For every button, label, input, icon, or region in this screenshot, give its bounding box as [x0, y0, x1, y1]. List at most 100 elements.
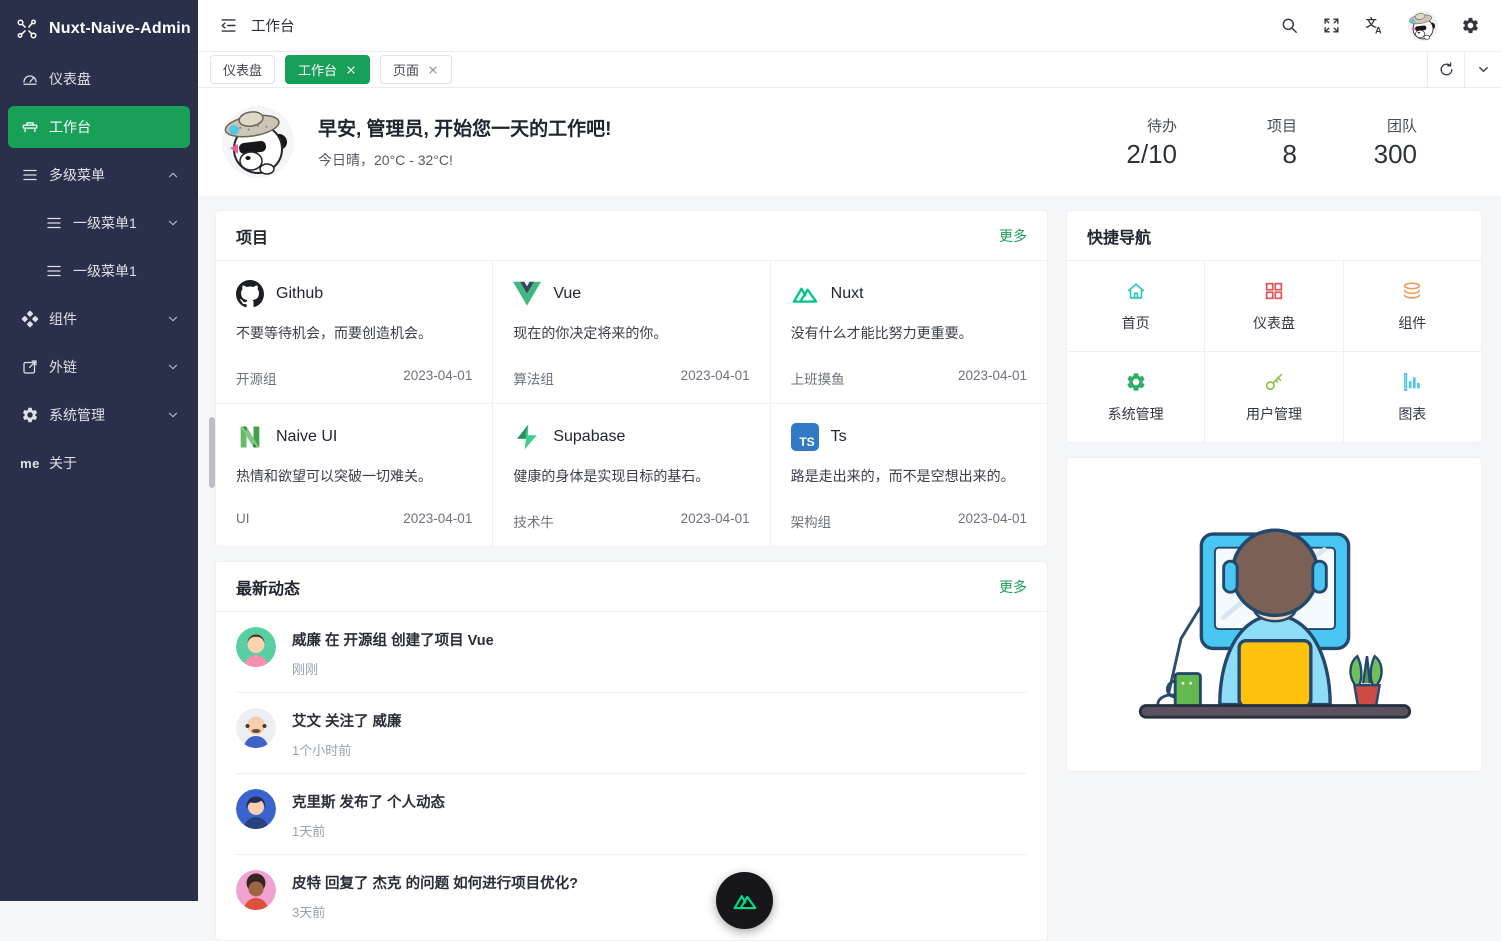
avatar	[236, 870, 276, 910]
project-group: 算法组	[513, 368, 554, 388]
projects-title: 项目	[236, 224, 268, 248]
project-item-supabase[interactable]: Supabase 健康的身体是实现目标的基石。 技术牛 2023-04-01	[493, 404, 769, 546]
project-item-nuxt[interactable]: Nuxt 没有什么才能比努力更重要。 上班摸鱼 2023-04-01	[771, 261, 1047, 403]
naive-ui-icon	[236, 423, 264, 451]
project-group: 架构组	[791, 511, 832, 531]
sidebar-item-external-link[interactable]: 外链	[8, 346, 190, 388]
chevron-down-icon[interactable]	[1464, 52, 1501, 87]
sidebar-item-dashboard[interactable]: 仪表盘	[8, 58, 190, 100]
projects-more-link[interactable]: 更多	[999, 226, 1027, 246]
activity-item[interactable]: 艾文 关注了 威廉 1个小时前	[236, 693, 1027, 774]
tab-dashboard[interactable]: 仪表盘	[210, 55, 275, 84]
stat-todo: 待办 2/10	[1119, 115, 1177, 170]
sidebar-item-multimenu[interactable]: 多级菜单	[8, 154, 190, 196]
project-group: 开源组	[236, 368, 277, 388]
quick-nav-components[interactable]: 组件	[1344, 261, 1481, 351]
tab-page[interactable]: 页面	[380, 55, 452, 84]
activity-list: 威廉 在 开源组 创建了项目 Vue 刚刚	[216, 612, 1047, 935]
breadcrumb[interactable]: 工作台	[251, 15, 295, 36]
sidebar-item-submenu-1[interactable]: 一级菜单1	[8, 202, 190, 244]
me-icon: me	[20, 453, 40, 473]
scrollbar-thumb[interactable]	[209, 417, 215, 488]
refresh-icon[interactable]	[1427, 52, 1464, 87]
stat-projects: 项目 8	[1239, 115, 1297, 170]
main-area: 工作台 文 A	[198, 0, 1501, 941]
app-logo[interactable]: Nuxt-Naive-Admin	[0, 0, 198, 58]
github-icon	[236, 280, 264, 308]
external-link-icon	[20, 357, 40, 377]
activity-time: 1天前	[292, 821, 445, 840]
sidebar-item-label: 组件	[49, 309, 166, 329]
greeting-title: 早安, 管理员, 开始您一天的工作吧!	[318, 114, 611, 141]
gear-icon	[20, 405, 40, 425]
typescript-icon: TS	[791, 423, 819, 451]
project-group: 上班摸鱼	[791, 368, 845, 388]
project-item-github[interactable]: Github 不要等待机会，而要创造机会。 开源组 2023-04-01	[216, 261, 492, 403]
activity-more-link[interactable]: 更多	[999, 577, 1027, 597]
sidebar-item-workbench[interactable]: 工作台	[8, 106, 190, 148]
activity-item[interactable]: 威廉 在 开源组 创建了项目 Vue 刚刚	[236, 612, 1027, 693]
project-name: Naive UI	[276, 428, 337, 446]
sidebar-item-label: 多级菜单	[49, 165, 166, 185]
supabase-icon	[513, 423, 541, 451]
sidebar-item-system[interactable]: 系统管理	[8, 394, 190, 436]
tab-workbench[interactable]: 工作台	[285, 55, 370, 84]
activity-text: 艾文 关注了 威廉	[292, 710, 402, 731]
sidebar-item-label: 外链	[49, 357, 166, 377]
tab-label: 仪表盘	[223, 60, 262, 79]
quick-nav-system[interactable]: 系统管理	[1067, 352, 1204, 442]
project-item-vue[interactable]: Vue 现在的你决定将来的你。 算法组 2023-04-01	[493, 261, 769, 403]
activity-time: 刚刚	[292, 659, 494, 678]
key-icon	[1263, 371, 1285, 393]
project-item-naive-ui[interactable]: Naive UI 热情和欲望可以突破一切难关。 UI 2023-04-01	[216, 404, 492, 546]
fullscreen-icon[interactable]	[1322, 16, 1341, 35]
quick-nav-dashboard[interactable]: 仪表盘	[1205, 261, 1342, 351]
search-icon[interactable]	[1280, 16, 1299, 35]
activity-text: 威廉 在 开源组 创建了项目 Vue	[292, 629, 494, 650]
project-desc: 健康的身体是实现目标的基石。	[513, 466, 749, 486]
sidebar-item-components[interactable]: 组件	[8, 298, 190, 340]
avatar	[236, 708, 276, 748]
project-item-ts[interactable]: TS Ts 路是走出来的，而不是空想出来的。 架构组 2023-04-01	[771, 404, 1047, 546]
menu-lines-icon	[44, 261, 64, 281]
sidebar-menu: 仪表盘 工作台 多级菜单 一级菜单1	[0, 58, 198, 484]
activity-text: 克里斯 发布了 个人动态	[292, 791, 445, 812]
greeting-subtitle: 今日晴，20°C - 32°C!	[318, 150, 611, 170]
sidebar-item-about[interactable]: me 关于	[8, 442, 190, 484]
sidebar-item-label: 一级菜单1	[73, 261, 180, 281]
app-title: Nuxt-Naive-Admin	[49, 20, 191, 38]
projects-card: 项目 更多 Github 不要等待机会，而要创造机会	[215, 210, 1048, 547]
sidebar-item-submenu-2[interactable]: 一级菜单1	[8, 250, 190, 292]
quick-nav-charts[interactable]: 图表	[1344, 352, 1481, 442]
workbench-icon	[20, 117, 40, 137]
logo-icon	[15, 17, 39, 41]
activity-item[interactable]: 皮特 回复了 杰克 的问题 如何进行项目优化? 3天前	[236, 855, 1027, 935]
menu-fold-icon[interactable]	[219, 16, 238, 35]
project-date: 2023-04-01	[403, 368, 472, 388]
chevron-up-icon	[166, 168, 180, 182]
chevron-down-icon	[166, 216, 180, 230]
activity-text: 皮特 回复了 杰克 的问题 如何进行项目优化?	[292, 872, 578, 893]
stat-team: 团队 300	[1359, 115, 1417, 170]
close-icon[interactable]	[345, 64, 357, 76]
quick-nav-home[interactable]: 首页	[1067, 261, 1204, 351]
translate-icon[interactable]: 文 A	[1364, 15, 1385, 36]
close-icon[interactable]	[427, 64, 439, 76]
project-name: Nuxt	[831, 285, 864, 303]
sidebar-item-label: 关于	[49, 453, 180, 473]
greeting-stats: 待办 2/10 项目 8 团队 300	[1119, 115, 1477, 170]
gear-icon	[1125, 371, 1147, 393]
activity-item[interactable]: 克里斯 发布了 个人动态 1天前	[236, 774, 1027, 855]
tab-label: 工作台	[298, 60, 337, 79]
svg-text:A: A	[1375, 25, 1382, 35]
sidebar: Nuxt-Naive-Admin 仪表盘 工作台	[0, 0, 198, 901]
quick-nav-card: 快捷导航 首页	[1066, 210, 1482, 443]
settings-gear-icon[interactable]	[1461, 16, 1480, 35]
chevron-down-icon	[166, 408, 180, 422]
quick-nav-users[interactable]: 用户管理	[1205, 352, 1342, 442]
home-icon	[1125, 280, 1147, 302]
sidebar-item-label: 一级菜单1	[73, 213, 166, 233]
project-date: 2023-04-01	[403, 511, 472, 526]
project-name: Supabase	[553, 428, 625, 446]
user-avatar[interactable]	[1408, 11, 1438, 41]
